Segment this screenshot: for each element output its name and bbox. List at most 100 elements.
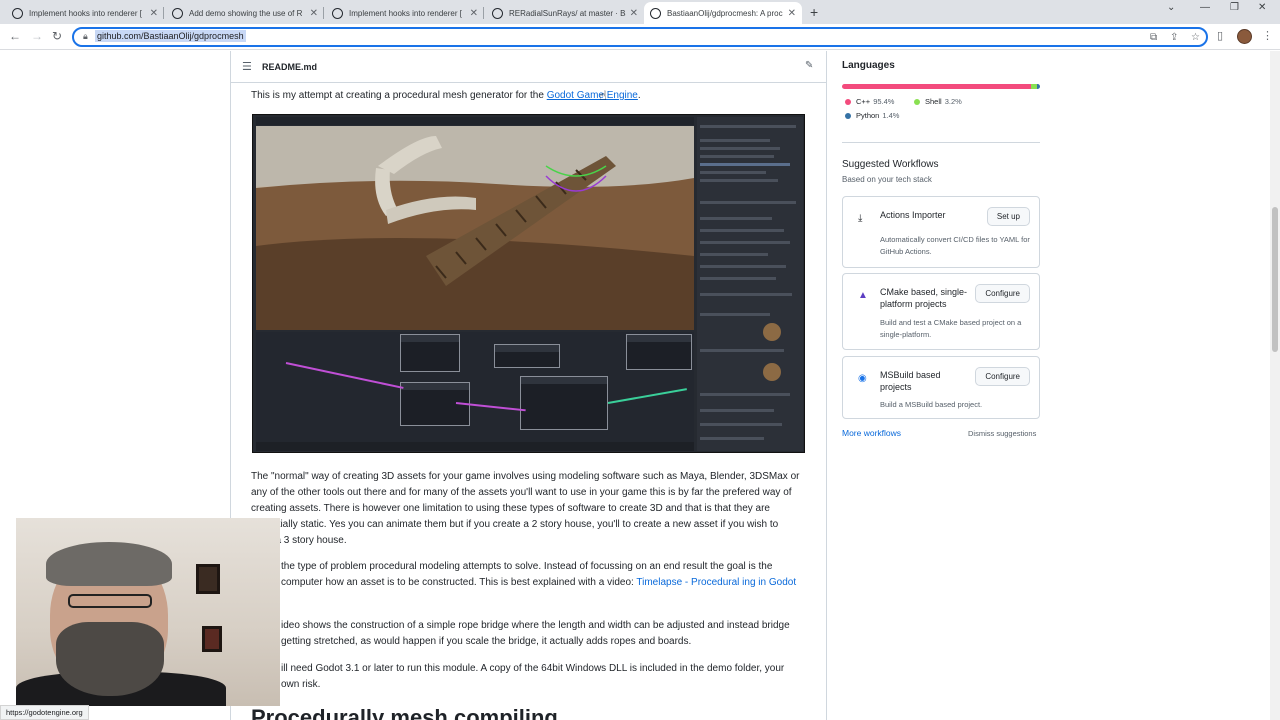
languages-title: Languages [842, 60, 895, 71]
url-text[interactable]: github.com/BastiaanOlij/gdprocmesh [95, 30, 246, 42]
github-icon [332, 7, 343, 19]
timelapse-video-link[interactable]: Timelapse - Procedural ing in Godot [636, 577, 796, 588]
wall-picture [196, 564, 220, 594]
bookmark-star-icon[interactable]: ☆ [1191, 32, 1200, 43]
reload-icon[interactable]: ↻ [52, 29, 62, 43]
close-icon[interactable]: ✕ [470, 8, 478, 19]
tab-title: BastiaanOlij/gdprocmesh: A proc [667, 8, 783, 18]
menu-icon[interactable]: ⋮ [1262, 29, 1273, 42]
configure-button[interactable]: Configure [975, 367, 1030, 386]
browser-tab[interactable]: Implement hooks into renderer [ ✕ [6, 2, 164, 24]
graph-wire [285, 362, 404, 389]
github-icon [12, 7, 23, 19]
rope-bridge-render [256, 126, 694, 330]
github-icon [172, 7, 183, 19]
share-icon[interactable]: ⇪ [1170, 32, 1178, 43]
configure-button[interactable]: Configure [975, 284, 1030, 303]
readme-paragraph: the type of problem procedural modeling … [281, 559, 801, 591]
readme-filename: README.md [262, 62, 318, 72]
language-dot [845, 98, 851, 105]
3d-viewport [256, 126, 694, 330]
browser-tab[interactable]: Implement hooks into renderer [ ✕ [326, 2, 484, 24]
language-bar [842, 84, 1040, 89]
scroll-thumb[interactable] [1272, 207, 1278, 352]
node-graph-editor [256, 332, 694, 442]
viewport-toolbar [256, 117, 694, 125]
chevron-down-icon[interactable]: ⌄ [1167, 2, 1175, 13]
mouse-cursor-icon: ☝ [599, 88, 607, 103]
intro-suffix: . [637, 90, 641, 101]
divider [842, 142, 1040, 143]
readme-header: ☰ README.md ✎ [231, 51, 827, 83]
language-dot [914, 98, 920, 105]
workflows-title: Suggested Workflows [842, 159, 939, 170]
github-icon [492, 7, 503, 19]
readme-paragraph: ill need Godot 3.1 or later to run this … [281, 663, 785, 690]
graph-node [626, 334, 692, 370]
workflow-name: Actions Importer [880, 210, 946, 220]
cmake-icon: ▲ [858, 290, 868, 301]
msbuild-icon: ◉ [858, 373, 867, 384]
avatar[interactable] [1237, 29, 1252, 44]
inspector-panel [697, 117, 803, 451]
maximize-icon[interactable]: ❐ [1230, 2, 1239, 13]
graph-node [494, 344, 560, 368]
language-dot [845, 112, 851, 119]
actions-importer-icon: ⤓ [858, 213, 863, 224]
address-bar[interactable]: 🔒︎ github.com/BastiaanOlij/gdprocmesh ⧉ … [72, 27, 1208, 47]
link-status-bar: https://godotengine.org [0, 705, 89, 720]
language-pct: 95.4% [873, 97, 895, 106]
graph-node [400, 334, 460, 372]
language-name: Python [856, 111, 880, 120]
workflow-desc: Build and test a CMake based project on … [880, 318, 1022, 339]
wall-picture [202, 626, 222, 652]
window-close-icon[interactable]: ✕ [1258, 2, 1266, 13]
readme-paragraph: ideo shows the construction of a simple … [281, 620, 790, 647]
tab-title: Implement hooks into renderer [ [349, 8, 462, 18]
lock-icon[interactable]: 🔒︎ [83, 31, 88, 42]
more-workflows-link[interactable]: More workflows [842, 428, 901, 438]
section-heading: Procedurally mesh compiling [251, 705, 558, 720]
workflow-card: ⤓ Actions Importer Automatically convert… [842, 196, 1040, 268]
intro-paragraph: This is my attempt at creating a procedu… [251, 88, 801, 104]
page-scrollbar[interactable] [1270, 51, 1280, 720]
forward-icon[interactable]: → [31, 29, 43, 43]
language-item[interactable]: C++ 95.4% [845, 97, 894, 106]
new-tab-icon[interactable]: + [810, 4, 818, 20]
edit-pencil-icon[interactable]: ✎ [805, 60, 813, 71]
workflow-card: ▲ CMake based, single-platform projects … [842, 273, 1040, 350]
graph-node [520, 376, 608, 430]
browser-tab-active[interactable]: BastiaanOlij/gdprocmesh: A proc ✕ [644, 2, 802, 24]
workflow-desc: Automatically convert CI/CD files to YAM… [880, 235, 1030, 256]
side-panel-icon[interactable]: ▯ [1217, 29, 1223, 42]
readme-panel: ☰ README.md ✎ This is my attempt at crea… [230, 51, 827, 720]
language-item[interactable]: Shell 3.2% [914, 97, 962, 106]
webcam-overlay [16, 518, 280, 706]
install-icon[interactable]: ⧉ [1150, 32, 1157, 43]
setup-button[interactable]: Set up [986, 207, 1030, 226]
intro-text: This is my attempt at creating a procedu… [251, 90, 547, 101]
workflow-card: ◉ MSBuild based projects Build a MSBuild… [842, 356, 1040, 419]
workflow-name: CMake based, single-platform projects [880, 287, 968, 309]
outline-list-icon[interactable]: ☰ [242, 60, 252, 73]
close-icon[interactable]: ✕ [630, 8, 638, 19]
editor-bottom-bar [256, 442, 694, 451]
godot-editor-screenshot [252, 114, 805, 453]
tab-title: RERadialSunRays/ at master · Ba [509, 8, 626, 18]
minimize-icon[interactable]: — [1200, 2, 1210, 13]
workflow-name: MSBuild based projects [880, 370, 941, 392]
language-pct: 3.2% [944, 97, 962, 106]
dismiss-suggestions-link[interactable]: Dismiss suggestions [968, 429, 1036, 438]
glasses [68, 594, 152, 608]
browser-tab[interactable]: Add demo showing the use of R ✕ [166, 2, 324, 24]
tab-strip: Implement hooks into renderer [ ✕ Add de… [0, 0, 1280, 24]
godot-engine-link[interactable]: Godot Game Engine [547, 90, 638, 101]
close-icon[interactable]: ✕ [150, 8, 158, 19]
close-icon[interactable]: ✕ [310, 8, 318, 19]
language-item[interactable]: Python 1.4% [845, 111, 899, 120]
back-icon[interactable]: ← [9, 29, 21, 43]
close-icon[interactable]: ✕ [788, 8, 796, 19]
language-name: Shell [925, 97, 942, 106]
browser-tab[interactable]: RERadialSunRays/ at master · Ba ✕ [486, 2, 644, 24]
readme-paragraph: The "normal" way of creating 3D assets f… [251, 471, 800, 546]
